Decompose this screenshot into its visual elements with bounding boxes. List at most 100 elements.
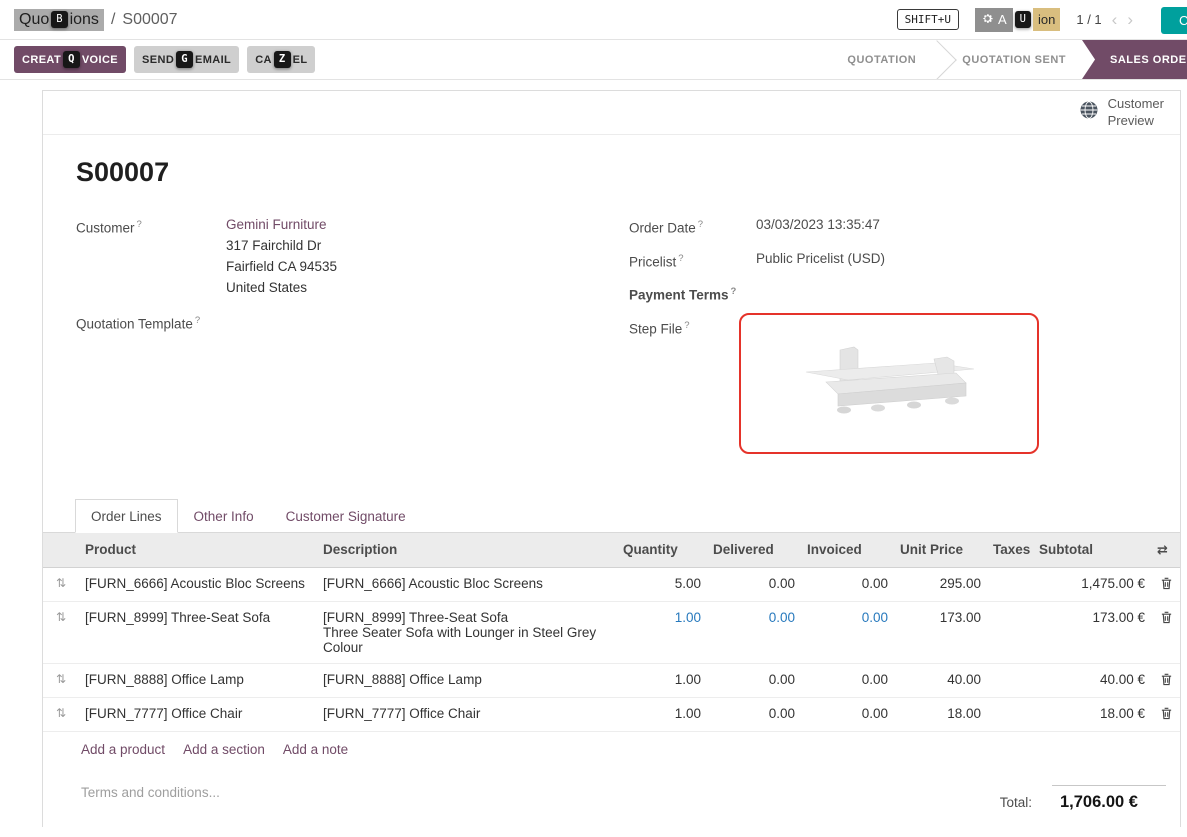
cell-quantity[interactable]: 5.00 — [617, 567, 707, 601]
send-email-button[interactable]: SEND G EMAIL — [134, 46, 239, 73]
customer-preview-label: Customer Preview — [1108, 96, 1164, 129]
cell-quantity[interactable]: 1.00 — [617, 601, 707, 663]
cell-description[interactable]: [FURN_8888] Office Lamp — [317, 663, 617, 697]
customer-link[interactable]: Gemini Furniture — [226, 217, 327, 232]
cell-product[interactable]: [FURN_8999] Three-Seat Sofa — [79, 601, 317, 663]
statusbar-step-sales-order[interactable]: SALES ORDER — [1082, 40, 1187, 79]
send-email-text-end: EMAIL — [195, 54, 231, 66]
customer-address-line: 317 Fairchild Dr — [226, 235, 337, 256]
cell-delivered[interactable]: 0.00 — [707, 697, 801, 731]
breadcrumb-quotations-link[interactable]: Quo B ions — [14, 9, 104, 31]
drag-handle-icon[interactable]: ⇅ — [43, 663, 79, 697]
column-header-quantity: Quantity — [617, 533, 707, 568]
cell-unit-price[interactable]: 18.00 — [894, 697, 987, 731]
create-invoice-button[interactable]: CREAT Q VOICE — [14, 46, 126, 73]
column-header-subtotal: Subtotal — [1033, 533, 1151, 568]
order-date-value[interactable]: 03/03/2023 13:35:47 — [756, 214, 880, 239]
cell-taxes[interactable] — [987, 567, 1033, 601]
add-section-link[interactable]: Add a section — [183, 742, 265, 757]
notebook-tabs: Order Lines Other Info Customer Signatur… — [43, 499, 1180, 533]
header-buttons: CREAT Q VOICE SEND G EMAIL CA Z EL — [14, 46, 315, 73]
optional-columns-icon[interactable]: ⇄ — [1151, 533, 1181, 568]
cell-description[interactable]: [FURN_6666] Acoustic Bloc Screens — [317, 567, 617, 601]
sheet-header-strip: Customer Preview — [43, 91, 1180, 135]
add-note-link[interactable]: Add a note — [283, 742, 348, 757]
cell-taxes[interactable] — [987, 697, 1033, 731]
step-file-preview-box[interactable] — [739, 313, 1039, 454]
help-icon: ? — [195, 315, 200, 326]
cell-delivered[interactable]: 0.00 — [707, 663, 801, 697]
column-header-description: Description — [317, 533, 617, 568]
step-file-3d-render — [784, 332, 994, 434]
table-row: ⇅ [FURN_8999] Three-Seat Sofa [FURN_8999… — [43, 601, 1181, 663]
cell-invoiced[interactable]: 0.00 — [801, 697, 894, 731]
terms-and-conditions-input[interactable]: Terms and conditions... — [81, 785, 220, 812]
cell-subtotal: 1,475.00 € — [1033, 567, 1151, 601]
table-row: ⇅ [FURN_6666] Acoustic Bloc Screens [FUR… — [43, 567, 1181, 601]
page-title: S00007 — [76, 157, 1166, 188]
cell-invoiced[interactable]: 0.00 — [801, 601, 894, 663]
cell-description[interactable]: [FURN_7777] Office Chair — [317, 697, 617, 731]
cell-quantity[interactable]: 1.00 — [617, 663, 707, 697]
cell-product[interactable]: [FURN_8888] Office Lamp — [79, 663, 317, 697]
column-header-unit-price: Unit Price — [894, 533, 987, 568]
tab-customer-signature[interactable]: Customer Signature — [270, 499, 422, 533]
action-button-left-segment: A — [975, 8, 1013, 32]
create-button[interactable]: Create — [1161, 7, 1187, 34]
cell-product[interactable]: [FURN_7777] Office Chair — [79, 697, 317, 731]
cell-delivered[interactable]: 0.00 — [707, 601, 801, 663]
cell-taxes[interactable] — [987, 663, 1033, 697]
step-file-label: Step File? — [629, 315, 756, 454]
statusbar-step-quotation-sent[interactable]: QUOTATION SENT — [946, 40, 1082, 79]
pricelist-value[interactable]: Public Pricelist (USD) — [756, 248, 885, 273]
cell-invoiced[interactable]: 0.00 — [801, 663, 894, 697]
drag-handle-icon[interactable]: ⇅ — [43, 567, 79, 601]
order-lines-table: Product Description Quantity Delivered I… — [43, 533, 1181, 732]
cell-unit-price[interactable]: 295.00 — [894, 567, 987, 601]
drag-handle-icon[interactable]: ⇅ — [43, 697, 79, 731]
tab-order-lines[interactable]: Order Lines — [75, 499, 178, 533]
customer-preview-button[interactable]: Customer Preview — [1079, 96, 1164, 129]
quotation-template-field[interactable]: Quotation Template? — [76, 310, 629, 335]
help-icon: ? — [137, 219, 142, 230]
field-group: Customer? Gemini Furniture 317 Fairchild… — [76, 214, 1166, 463]
field-column-left: Customer? Gemini Furniture 317 Fairchild… — [76, 214, 629, 463]
cell-unit-price[interactable]: 40.00 — [894, 663, 987, 697]
sheet-body: S00007 Customer? Gemini Furniture 317 Fa… — [43, 135, 1180, 463]
pager-next-icon[interactable]: › — [1127, 11, 1133, 28]
delete-row-icon[interactable] — [1151, 663, 1181, 697]
cell-product[interactable]: [FURN_6666] Acoustic Bloc Screens — [79, 567, 317, 601]
table-row: ⇅ [FURN_8888] Office Lamp [FURN_8888] Of… — [43, 663, 1181, 697]
customer-value: Gemini Furniture 317 Fairchild Dr Fairfi… — [226, 214, 337, 298]
control-panel-right: SHIFT+U A U ion 1 / 1 ‹ › — [897, 8, 1133, 32]
cell-quantity[interactable]: 1.00 — [617, 697, 707, 731]
sheet-footer: Terms and conditions... Total: 1,706.00 … — [43, 769, 1180, 812]
cell-taxes[interactable] — [987, 601, 1033, 663]
step-file-value — [756, 315, 1039, 454]
delete-row-icon[interactable] — [1151, 601, 1181, 663]
tab-other-info[interactable]: Other Info — [178, 499, 270, 533]
send-email-text-start: SEND — [142, 54, 174, 66]
cell-invoiced[interactable]: 0.00 — [801, 567, 894, 601]
totals-block: Total: 1,706.00 € — [1000, 785, 1166, 812]
delete-row-icon[interactable] — [1151, 697, 1181, 731]
pager: 1 / 1 ‹ › — [1076, 11, 1133, 28]
cell-unit-price[interactable]: 173.00 — [894, 601, 987, 663]
statusbar-separator-icon — [932, 40, 946, 79]
delete-row-icon[interactable] — [1151, 567, 1181, 601]
total-value-box: 1,706.00 € — [1052, 785, 1166, 812]
column-header-delivered: Delivered — [707, 533, 801, 568]
pager-previous-icon[interactable]: ‹ — [1112, 11, 1118, 28]
cell-delivered[interactable]: 0.00 — [707, 567, 801, 601]
table-header-row: Product Description Quantity Delivered I… — [43, 533, 1181, 568]
drag-handle-icon[interactable]: ⇅ — [43, 601, 79, 663]
order-date-field: Order Date? 03/03/2023 13:35:47 — [629, 214, 1166, 239]
action-menu-button[interactable]: A U ion — [975, 8, 1060, 32]
cell-description[interactable]: [FURN_8999] Three-Seat SofaThree Seater … — [317, 601, 617, 663]
breadcrumb-parent-text-start: Quo — [19, 11, 49, 29]
add-product-link[interactable]: Add a product — [81, 742, 165, 757]
customer-address-line: United States — [226, 277, 337, 298]
cancel-button[interactable]: CA Z EL — [247, 46, 315, 73]
keyboard-hint-q-badge: Q — [63, 51, 80, 68]
form-view: Customer Preview S00007 Customer? Gemini… — [0, 90, 1187, 837]
